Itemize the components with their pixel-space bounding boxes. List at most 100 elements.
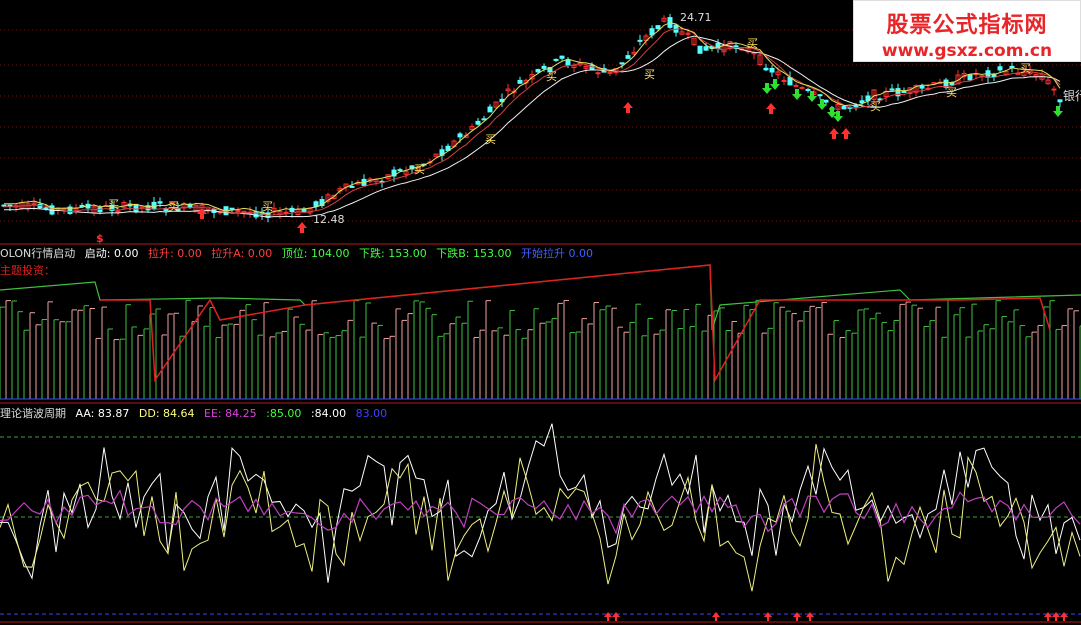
candle-body (841, 105, 847, 110)
up-arrow-icon (841, 128, 851, 139)
down-arrow-icon (1053, 106, 1063, 117)
candle-body (859, 100, 865, 104)
watermark-url: www.gsxz.com.cn (881, 41, 1053, 61)
oscillator-dd-line (0, 443, 1081, 592)
candle-body (565, 59, 571, 66)
buy-marker: 买 (1020, 62, 1031, 75)
down-arrow-icon (762, 83, 772, 94)
candle-body (697, 45, 703, 54)
buy-marker: 买 (747, 37, 758, 50)
candle-body (541, 65, 547, 69)
up-arrow-icon (623, 102, 633, 113)
candle-body (1057, 99, 1063, 103)
panel3-field-aa: AA: 83.87 (75, 407, 130, 420)
down-arrow-icon (792, 89, 802, 100)
panel2-subtitle: 主题投资： (0, 264, 55, 277)
candle-body (457, 133, 463, 138)
price-low-label: 12.48 (313, 213, 345, 226)
buy-marker: 买 (262, 200, 273, 213)
up-arrow-icon (806, 612, 814, 621)
panel3-field-lower: 83.00 (355, 407, 388, 420)
up-arrow-icon (764, 612, 772, 621)
candle-body (1, 204, 7, 207)
envelope-line (100, 264, 1051, 383)
panel3-field-ee: EE: 84.25 (204, 407, 257, 420)
candle-body (235, 210, 241, 213)
chart-canvas (0, 13, 1081, 623)
panel3-title: 理论谐波周期 (0, 407, 66, 420)
panel3-header: 理论谐波周期 AA: 83.87 DD: 84.64 EE: 84.25 :85… (0, 407, 387, 420)
candle-body (1051, 88, 1057, 91)
candle-body (157, 201, 163, 204)
candle-body (229, 207, 235, 210)
up-arrow-icon (297, 222, 307, 233)
buy-marker: 买 (485, 133, 496, 146)
panel2-field-xiadie: 下跌: 153.00 (358, 247, 427, 260)
candle-body (823, 99, 829, 103)
candle-body (115, 210, 121, 213)
indicator-panel-qidong (0, 264, 1081, 400)
candle-body (625, 55, 631, 59)
candle-body (805, 88, 811, 91)
stock-chart-window: { "colors": { "background": "#000000", "… (0, 0, 1081, 625)
up-arrow-icon (766, 103, 776, 114)
candle-body (967, 74, 973, 81)
watermark-title: 股票公式指标网 (886, 13, 1048, 38)
candle-body (919, 85, 925, 89)
up-arrow-icon (1044, 612, 1052, 621)
panel2-field-dingwei: 顶位: 104.00 (281, 247, 350, 260)
candle-body (703, 46, 709, 51)
candle-body (79, 204, 85, 207)
up-arrow-icon (612, 612, 620, 621)
up-arrow-icon (1052, 612, 1060, 621)
panel2-field-kaishi-lasheng: 开始拉升 0.00 (520, 247, 593, 260)
candle-body (817, 94, 823, 97)
candle-body (313, 201, 319, 208)
candle-body (475, 120, 481, 125)
candle-body (901, 91, 907, 94)
buy-marker: 买 (414, 163, 425, 176)
buy-marker: 买 (946, 86, 957, 99)
candle-body (769, 67, 775, 73)
candle-body (997, 66, 1003, 71)
panel3-field-dd: DD: 84.64 (138, 407, 195, 420)
site-watermark: 股票公式指标网 www.gsxz.com.cn (853, 0, 1081, 62)
price-high-label: 24.71 (680, 11, 712, 24)
candle-body (559, 55, 565, 59)
panel3-field-upper: :85.00 (266, 407, 302, 420)
up-arrow-icon (793, 612, 801, 621)
panel2-field-lasheng: 拉升: 0.00 (148, 247, 202, 260)
panel2-field-lasheng-a: 拉升A: 0.00 (211, 247, 273, 260)
candle-body (619, 62, 625, 65)
candle-body (283, 211, 289, 214)
candle-body (133, 203, 139, 212)
up-arrow-icon (712, 612, 720, 621)
panel2-field-xiadie-b: 下跌B: 153.00 (436, 247, 512, 260)
candle-body (889, 88, 895, 91)
panel2-title: OLON行情启动 (0, 247, 76, 260)
buy-marker: 买 (870, 100, 881, 113)
buy-marker: 买 (546, 70, 557, 83)
oscillator-aa-line (0, 423, 1081, 583)
candle-body (349, 185, 355, 188)
panel2-field-qidong: 启动: 0.00 (84, 247, 139, 260)
candle-body (793, 84, 799, 87)
up-arrow-icon (829, 128, 839, 139)
up-arrow-icon (604, 612, 612, 621)
buy-marker: 买 (168, 200, 179, 213)
candle-body (763, 67, 769, 71)
buy-marker: 买 (108, 198, 119, 211)
candle-body (517, 79, 523, 84)
buy-marker: 买 (644, 68, 655, 81)
candle-body (553, 58, 559, 61)
indicator-panel-harmonic (0, 423, 1081, 621)
candle-body (397, 169, 403, 172)
panel3-field-mid: :84.00 (310, 407, 347, 420)
candle-body (655, 25, 661, 30)
panel2-header: OLON行情启动 启动: 0.00 拉升: 0.00 拉升A: 0.00 顶位:… (0, 247, 593, 260)
candle-body (487, 106, 493, 113)
candle-body (7, 204, 13, 207)
candle-body (205, 208, 211, 211)
dollar-marker: $ (96, 232, 104, 245)
right-edge-label: 银行 (1063, 89, 1081, 103)
